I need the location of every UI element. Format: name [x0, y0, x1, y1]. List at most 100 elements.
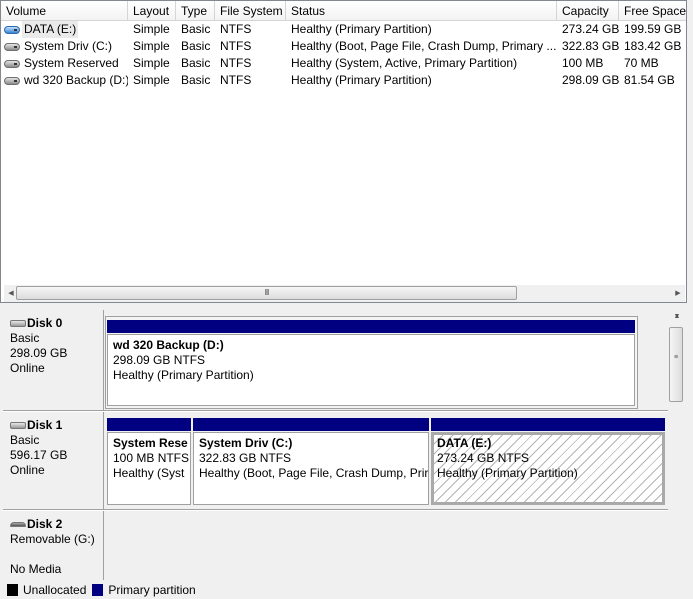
partition-name: System Rese: [113, 436, 188, 450]
capacity-cell: 100 MB: [562, 56, 604, 70]
primary-partition-bar: [431, 418, 665, 431]
partition-size: 100 MB NTFS: [113, 451, 190, 465]
table-row[interactable]: System Driv (C:) Simple Basic NTFS Healt…: [1, 38, 686, 55]
primary-partition-bar: [107, 320, 635, 333]
drive-icon: [4, 76, 20, 85]
partition-system-reserved[interactable]: System Rese 100 MB NTFS Healthy (Syst: [107, 418, 191, 505]
free-space-cell: 183.42 GB: [624, 39, 682, 53]
capacity-cell: 273.24 GB: [562, 22, 619, 36]
disk-row-2[interactable]: Disk 2 Removable (G:) No Media: [3, 511, 668, 580]
partition-name: wd 320 Backup (D:): [113, 338, 224, 352]
table-row[interactable]: wd 320 Backup (D:) Simple Basic NTFS Hea…: [1, 72, 686, 89]
partition-name: DATA (E:): [437, 436, 492, 450]
layout-cell: Simple: [133, 22, 170, 36]
disk-size: [10, 547, 103, 562]
disk-type: Basic: [10, 331, 40, 345]
list-body: DATA (E:) Simple Basic NTFS Healthy (Pri…: [1, 21, 686, 89]
free-space-cell: 70 MB: [624, 56, 659, 70]
partition-status: Healthy (Boot, Page File, Crash Dump, Pr…: [199, 466, 429, 480]
disk-size: 596.17 GB: [10, 448, 68, 462]
column-header-type[interactable]: Type: [176, 1, 215, 21]
volume-list[interactable]: Volume Layout Type File System Status Ca…: [0, 0, 687, 303]
layout-cell: Simple: [133, 56, 170, 70]
type-cell: Basic: [181, 22, 211, 36]
column-header-layout[interactable]: Layout: [128, 1, 176, 21]
disk-size: 298.09 GB: [10, 346, 68, 360]
scroll-down-arrow-icon[interactable]: ▼: [670, 310, 684, 324]
legend-label-primary: Primary partition: [108, 583, 196, 597]
volume-name: DATA (E:): [22, 21, 79, 38]
volume-name: System Driv (C:): [24, 39, 112, 53]
disk-status: Online: [10, 361, 45, 375]
partition-d[interactable]: wd 320 Backup (D:) 298.09 GB NTFS Health…: [107, 320, 635, 406]
horizontal-scrollbar[interactable]: ◀ III ▶: [4, 285, 685, 302]
type-cell: Basic: [181, 56, 211, 70]
partition-size: 298.09 GB NTFS: [113, 353, 206, 367]
layout-cell: Simple: [133, 73, 170, 87]
disk-info[interactable]: Disk 1 Basic 596.17 GB Online: [3, 412, 104, 509]
partition-e-selected[interactable]: DATA (E:) 273.24 GB NTFS Healthy (Primar…: [431, 418, 665, 505]
partition-c[interactable]: System Driv (C:) 322.83 GB NTFS Healthy …: [193, 418, 429, 505]
disk-type: Removable (G:): [10, 532, 95, 546]
partition-body-selected: DATA (E:) 273.24 GB NTFS Healthy (Primar…: [431, 432, 665, 505]
status-cell: Healthy (Primary Partition): [291, 22, 432, 36]
disk-info[interactable]: Disk 2 Removable (G:) No Media: [3, 511, 104, 580]
status-cell: Healthy (Primary Partition): [291, 73, 432, 87]
type-cell: Basic: [181, 73, 211, 87]
column-header-file-system[interactable]: File System: [215, 1, 286, 21]
horizontal-scroll-thumb[interactable]: III: [16, 286, 517, 300]
legend-label-unallocated: Unallocated: [23, 583, 87, 597]
file-system-cell: NTFS: [220, 22, 252, 36]
file-system-cell: NTFS: [220, 56, 252, 70]
file-system-cell: NTFS: [220, 73, 252, 87]
status-cell: Healthy (Boot, Page File, Crash Dump, Pr…: [291, 39, 557, 53]
hard-disk-icon: [10, 320, 26, 327]
file-system-cell: NTFS: [220, 39, 252, 53]
partition-body: System Driv (C:) 322.83 GB NTFS Healthy …: [193, 432, 429, 505]
partition-body: System Rese 100 MB NTFS Healthy (Syst: [107, 432, 191, 505]
free-space-cell: 199.59 GB: [624, 22, 682, 36]
table-row[interactable]: System Reserved Simple Basic NTFS Health…: [1, 55, 686, 72]
primary-partition-swatch: [92, 584, 104, 596]
removable-disk-icon: [10, 522, 26, 527]
volume-name: System Reserved: [24, 56, 119, 70]
primary-partition-bar: [193, 418, 429, 431]
layout-cell: Simple: [133, 39, 170, 53]
disk-row-0[interactable]: Disk 0 Basic 298.09 GB Online wd 320 Bac…: [3, 310, 668, 410]
disk-row-1[interactable]: Disk 1 Basic 596.17 GB Online System Res…: [3, 412, 668, 509]
blue-drive-icon: [4, 25, 20, 34]
partition-status: Healthy (Syst: [113, 466, 185, 480]
column-header-capacity[interactable]: Capacity: [557, 1, 619, 21]
vertical-scroll-thumb[interactable]: ≡: [669, 327, 683, 402]
drive-icon: [4, 59, 20, 68]
disk-info[interactable]: Disk 0 Basic 298.09 GB Online: [3, 310, 104, 410]
type-cell: Basic: [181, 39, 211, 53]
column-header-free-space[interactable]: Free Space: [619, 1, 686, 21]
vertical-scrollbar[interactable]: ▲ ≡ ▼: [668, 310, 685, 580]
partition-name: System Driv (C:): [199, 436, 293, 450]
partition-status: Healthy (Primary Partition): [113, 368, 254, 382]
capacity-cell: 298.09 GB: [562, 73, 619, 87]
drive-icon: [4, 42, 20, 51]
disk-name: Disk 2: [27, 517, 63, 531]
unallocated-swatch: [7, 584, 18, 596]
free-space-cell: 81.54 GB: [624, 73, 675, 87]
hard-disk-icon: [10, 422, 26, 429]
disk-status: No Media: [10, 562, 62, 576]
disk-status: Online: [10, 463, 45, 477]
volume-name: wd 320 Backup (D:): [24, 73, 128, 87]
capacity-cell: 322.83 GB: [562, 39, 619, 53]
partition-size: 322.83 GB NTFS: [199, 451, 292, 465]
primary-partition-bar: [107, 418, 191, 431]
disk-name: Disk 1: [27, 418, 63, 432]
partition-body: wd 320 Backup (D:) 298.09 GB NTFS Health…: [107, 334, 635, 406]
column-header-volume[interactable]: Volume: [1, 1, 128, 21]
column-header-status[interactable]: Status: [286, 1, 557, 21]
table-row[interactable]: DATA (E:) Simple Basic NTFS Healthy (Pri…: [1, 21, 686, 38]
scroll-right-arrow-icon[interactable]: ▶: [671, 285, 685, 302]
disk-type: Basic: [10, 433, 40, 447]
disk-graphical-view: Disk 0 Basic 298.09 GB Online wd 320 Bac…: [3, 310, 687, 580]
partition-status: Healthy (Primary Partition): [437, 466, 578, 480]
legend: Unallocated Primary partition: [0, 581, 693, 599]
status-cell: Healthy (System, Active, Primary Partiti…: [291, 56, 518, 70]
